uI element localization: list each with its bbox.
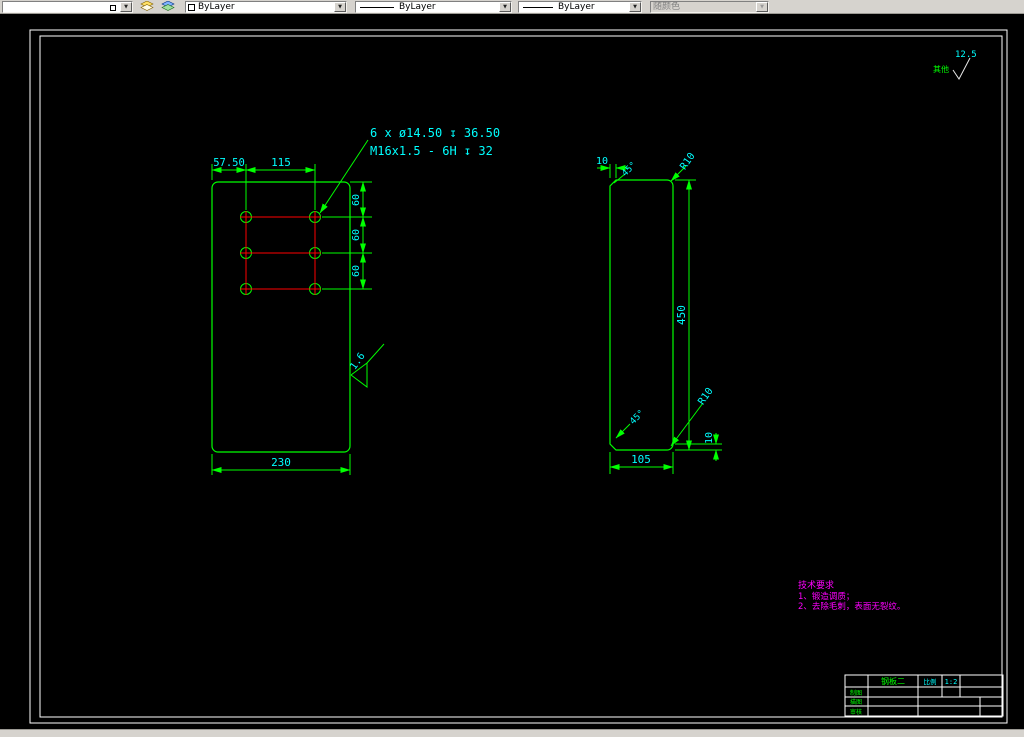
r10-bottom-label: R10 (696, 386, 715, 407)
dim-115: 115 (271, 156, 291, 169)
layer-color-swatch-icon (110, 5, 116, 11)
dim-60-a: 60 (351, 194, 362, 206)
plotstyle-combo-value: 随颜色 (653, 2, 681, 12)
chamfer-bottom-label: 45° (628, 408, 647, 427)
color-combo-value: ByLayer (198, 2, 235, 12)
linetype-combo-dropdown-button[interactable]: ▼ (499, 2, 511, 12)
layer-properties-button[interactable] (137, 0, 156, 13)
linetype-sample-icon (360, 6, 394, 8)
r10-bottom-leader (670, 402, 704, 447)
color-swatch-icon (188, 3, 195, 11)
layer-combo-dropdown-button[interactable]: ▼ (120, 2, 132, 12)
linetype-combo[interactable]: ByLayer ▼ (355, 1, 512, 13)
title-block-scale-label: 比例 (924, 677, 937, 686)
color-combo-dropdown-button[interactable]: ▼ (334, 2, 346, 12)
chamfer-bottom-leader (615, 423, 631, 439)
dim-57-50: 57.50 (213, 157, 245, 169)
tech-req-item-1: 1、锻造调质； (798, 591, 854, 602)
title-block-scale-value: 1:2 (945, 678, 958, 686)
chevron-down-icon: ▼ (760, 4, 764, 10)
lineweight-combo[interactable]: ByLayer ▼ (518, 1, 642, 13)
layers-icon (139, 1, 154, 11)
title-block-row-3: 审核 (850, 708, 862, 716)
hole-pattern-lines (240, 211, 321, 295)
plotstyle-combo-dropdown-button: ▼ (756, 2, 768, 12)
roughness-1-6: 1.6 (348, 351, 367, 372)
color-combo[interactable]: ByLayer ▼ (185, 1, 347, 13)
layer-combo[interactable]: ▼ (2, 1, 133, 13)
technical-requirements: 技术要求 1、锻造调质； 2、去除毛刺，表面无裂纹。 (798, 579, 905, 612)
status-strip (0, 729, 1024, 737)
dim-450: 450 (675, 305, 688, 325)
title-block-part-name: 钢板二 (881, 676, 905, 686)
front-top-dimension (211, 164, 316, 210)
layer-states-button[interactable] (158, 0, 177, 13)
hole-note-line1: 6 x ø14.50 ↧ 36.50 (370, 126, 500, 140)
title-block-row-2: 描图 (850, 698, 862, 706)
dim-105: 105 (631, 453, 651, 466)
title-block: 钢板二 比例 1:2 制图 描图 审核 (844, 674, 1004, 717)
roughness-check-icon (952, 57, 971, 80)
dim-230: 230 (271, 456, 291, 469)
tech-req-title: 技术要求 (798, 579, 834, 591)
drawing-canvas[interactable]: 57.50 115 60 60 60 6 x ø14.50 ↧ 36.50 M1… (0, 14, 1024, 729)
chevron-down-icon: ▼ (503, 4, 507, 10)
dim-60-c: 60 (351, 265, 362, 277)
general-roughness-prefix: 其他 (933, 64, 949, 74)
linetype-combo-value: ByLayer (399, 2, 436, 12)
drawing-frame (29, 29, 1008, 724)
chevron-down-icon: ▼ (633, 4, 637, 10)
hole-note-line2: M16x1.5 - 6H ↧ 32 (370, 144, 493, 158)
dim-10-bottom: 10 (704, 432, 715, 444)
dim-60-b: 60 (351, 229, 362, 241)
drawing-svg: 57.50 115 60 60 60 6 x ø14.50 ↧ 36.50 M1… (29, 29, 1008, 724)
chevron-down-icon: ▼ (338, 4, 342, 10)
dim-10-top: 10 (596, 156, 608, 167)
lineweight-combo-dropdown-button[interactable]: ▼ (629, 2, 641, 12)
plotstyle-combo: 随颜色 ▼ (650, 1, 769, 13)
lineweight-sample-icon (523, 6, 553, 8)
properties-toolbar: ▼ ByLayer ▼ ByLayer ▼ ByLayer ▼ 随颜色 ▼ (0, 0, 1024, 14)
lineweight-combo-value: ByLayer (558, 2, 595, 12)
front-view: 57.50 115 60 60 60 6 x ø14.50 ↧ 36.50 M1… (211, 126, 500, 475)
chevron-down-icon: ▼ (124, 4, 128, 10)
general-roughness-value: 12.5 (955, 50, 977, 60)
layer-states-icon (160, 1, 175, 11)
tech-req-item-2: 2、去除毛刺，表面无裂纹。 (798, 601, 905, 612)
r10-top-label: R10 (678, 151, 697, 172)
title-block-row-1: 制图 (850, 689, 862, 697)
side-view: 10 45° R10 450 R10 10 45° 105 (596, 151, 722, 474)
general-roughness-note: 12.5 其他 (933, 50, 977, 80)
